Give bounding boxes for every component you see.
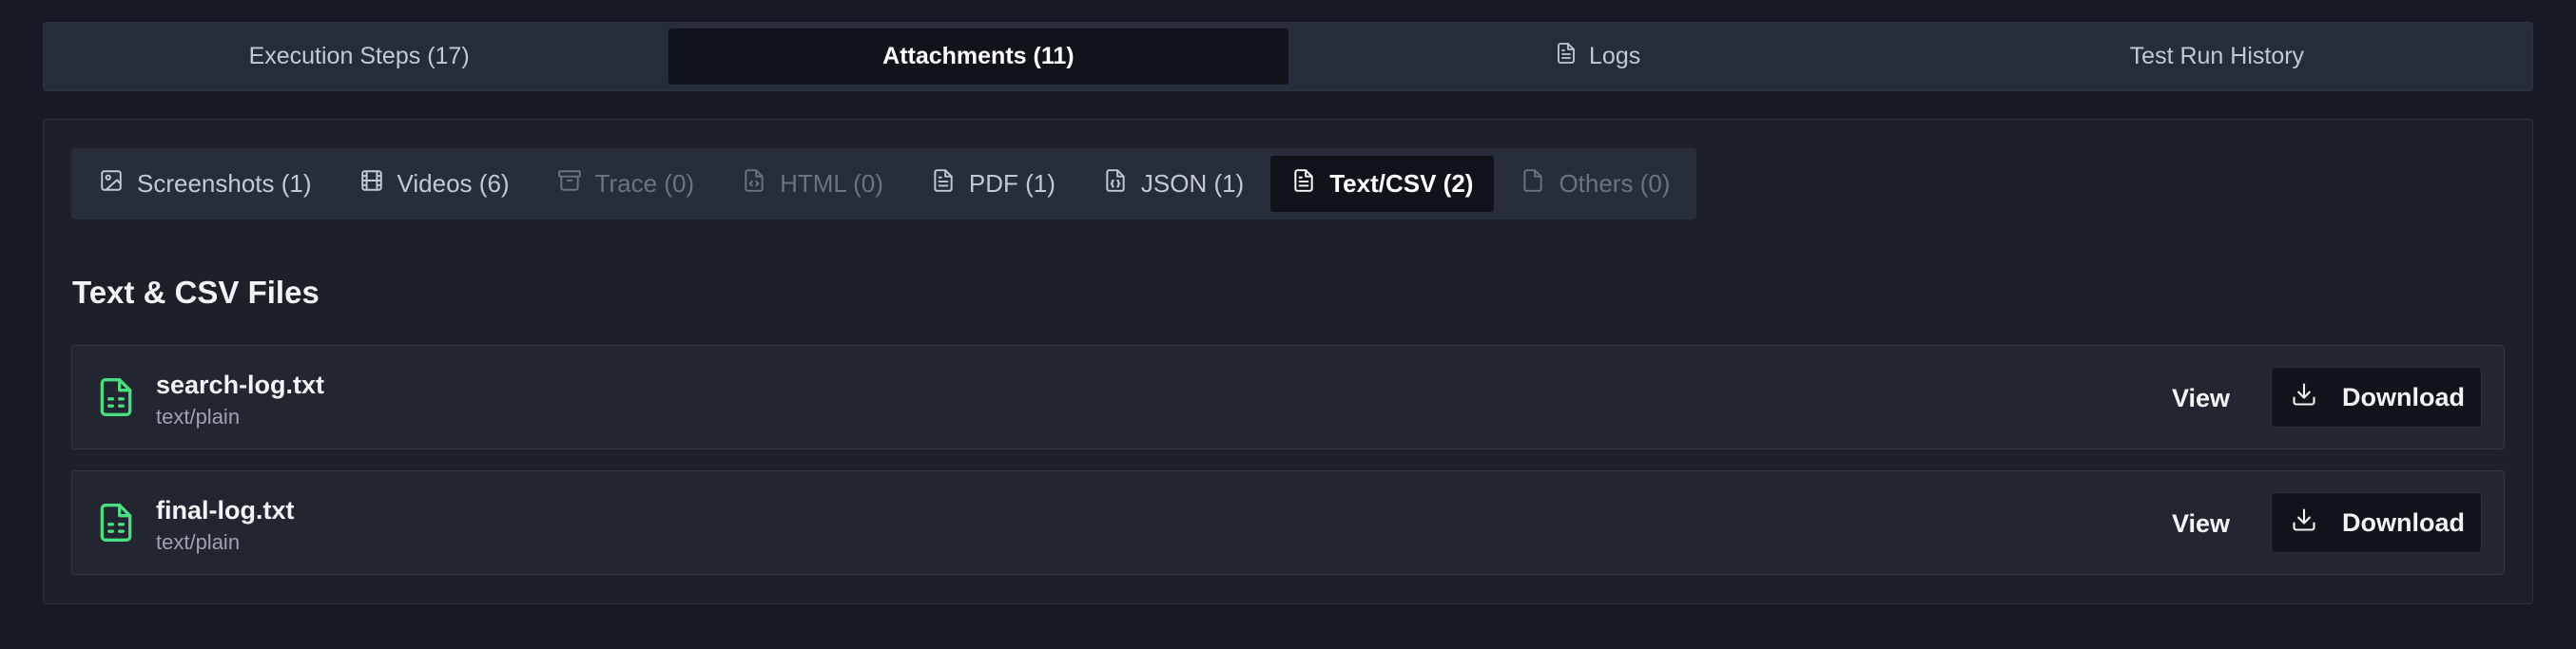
subtab-html: HTML (0) bbox=[721, 156, 904, 212]
subtab-others: Others (0) bbox=[1500, 156, 1691, 212]
file-json-icon bbox=[1103, 168, 1128, 200]
download-button[interactable]: Download bbox=[2271, 492, 2482, 553]
attachment-type-tabs: Screenshots (1) Videos (6) Trace (0) HTM… bbox=[71, 148, 1696, 220]
subtab-videos[interactable]: Videos (6) bbox=[339, 156, 531, 212]
download-icon bbox=[2291, 506, 2317, 540]
file-type: text/plain bbox=[156, 405, 241, 429]
file-code-icon bbox=[742, 168, 766, 200]
file-spreadsheet-icon bbox=[95, 502, 137, 544]
download-icon bbox=[2291, 381, 2317, 414]
file-name: search-log.txt bbox=[156, 371, 325, 399]
subtab-json[interactable]: JSON (1) bbox=[1082, 156, 1265, 212]
image-icon bbox=[99, 168, 124, 200]
tab-attachments[interactable]: Attachments (11) bbox=[668, 29, 1288, 85]
section-title: Text & CSV Files bbox=[72, 275, 320, 310]
subtab-label: Trace (0) bbox=[594, 169, 695, 198]
download-button[interactable]: Download bbox=[2271, 367, 2482, 428]
tab-logs[interactable]: Logs bbox=[1288, 29, 1908, 85]
file-row: search-log.txt text/plain View Download bbox=[71, 345, 2505, 449]
subtab-trace: Trace (0) bbox=[536, 156, 716, 212]
main-tab-bar: Execution Steps (17) Attachments (11) Lo… bbox=[43, 22, 2533, 91]
subtab-label: HTML (0) bbox=[780, 169, 883, 198]
tab-label: Attachments (11) bbox=[882, 43, 1075, 69]
file-type: text/plain bbox=[156, 530, 241, 554]
subtab-screenshots[interactable]: Screenshots (1) bbox=[78, 156, 333, 212]
file-text-icon bbox=[931, 168, 956, 200]
view-button[interactable]: View bbox=[2155, 369, 2247, 428]
subtab-label: Screenshots (1) bbox=[137, 169, 312, 198]
subtab-pdf[interactable]: PDF (1) bbox=[910, 156, 1076, 212]
subtab-label: PDF (1) bbox=[968, 169, 1056, 198]
subtab-text-csv[interactable]: Text/CSV (2) bbox=[1270, 156, 1495, 212]
tab-execution-steps[interactable]: Execution Steps (17) bbox=[49, 29, 668, 85]
subtab-label: Others (0) bbox=[1559, 169, 1671, 198]
view-button[interactable]: View bbox=[2155, 494, 2247, 553]
tab-label: Test Run History bbox=[2129, 43, 2305, 69]
file-row: final-log.txt text/plain View Download bbox=[71, 470, 2505, 575]
tab-label: Logs bbox=[1589, 43, 1641, 69]
download-label: Download bbox=[2342, 382, 2465, 411]
tab-label: Execution Steps (17) bbox=[248, 43, 470, 69]
tab-test-run-history[interactable]: Test Run History bbox=[1908, 29, 2527, 85]
subtab-label: JSON (1) bbox=[1140, 169, 1245, 198]
film-icon bbox=[359, 168, 384, 200]
archive-icon bbox=[557, 168, 582, 200]
file-name: final-log.txt bbox=[156, 496, 295, 525]
subtab-label: Videos (6) bbox=[397, 169, 510, 198]
file-icon bbox=[1520, 168, 1545, 200]
file-spreadsheet-icon bbox=[95, 376, 137, 418]
attachments-panel: Screenshots (1) Videos (6) Trace (0) HTM… bbox=[43, 119, 2533, 604]
subtab-label: Text/CSV (2) bbox=[1329, 169, 1474, 198]
file-text-icon bbox=[1555, 42, 1578, 71]
file-text-icon bbox=[1291, 168, 1316, 200]
download-label: Download bbox=[2342, 507, 2465, 537]
